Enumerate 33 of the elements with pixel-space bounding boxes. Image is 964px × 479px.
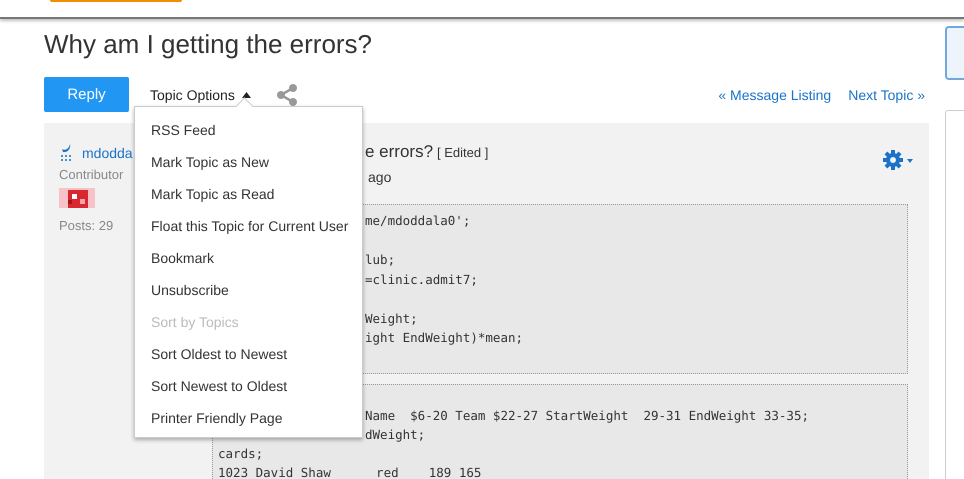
menu-item[interactable]: RSS Feed [135, 114, 362, 146]
user-rank-icon [59, 143, 73, 163]
code-line: dWeight; [365, 427, 426, 442]
post-count: Posts: 29 [59, 218, 114, 233]
topic-options-button[interactable]: Topic Options [150, 86, 235, 102]
nav-link[interactable]: « Message Listing [718, 86, 832, 102]
menu-item[interactable]: Mark Topic as New [135, 146, 362, 178]
menu-item[interactable]: Sort Newest to Oldest [135, 370, 362, 402]
settings-icon[interactable] [882, 149, 914, 171]
author-role: Contributor [59, 167, 124, 182]
author-name[interactable]: mdodda [82, 145, 133, 161]
page-title: Why am I getting the errors? [44, 28, 374, 61]
code-line: Weight; [365, 310, 418, 326]
code-line: 1023 David Shaw red 189 165 [218, 465, 482, 479]
post-time: ago [368, 169, 392, 185]
menu-item[interactable]: Unsubscribe [135, 274, 362, 306]
side-panel [945, 26, 964, 80]
code-line: =clinic.admit7; [365, 272, 478, 286]
avatar-icon [59, 188, 95, 208]
code-line: cards; [218, 446, 264, 461]
menu-item[interactable]: Sort Oldest to Newest [135, 338, 362, 370]
post-title: e errors? [365, 142, 434, 162]
code-line: ight EndWeight)*mean; [365, 330, 524, 345]
menu-item[interactable]: Printer Friendly Page [135, 402, 362, 434]
menu-item[interactable]: Float this Topic for Current User [135, 210, 362, 242]
edited-label: [ Edited ] [437, 145, 488, 160]
code-line: lub; [365, 252, 396, 267]
code-line: Name $6-20 Team $22-27 StartWeight 29-31 EndWeight 33-35; [365, 408, 810, 423]
code-line: me/mdoddala0'; [365, 213, 470, 228]
menu-item[interactable]: Mark Topic as Read [135, 178, 362, 210]
nav-link[interactable]: Next Topic » [848, 86, 925, 102]
share-icon[interactable] [276, 84, 298, 106]
menu-item[interactable]: Bookmark [135, 242, 362, 274]
